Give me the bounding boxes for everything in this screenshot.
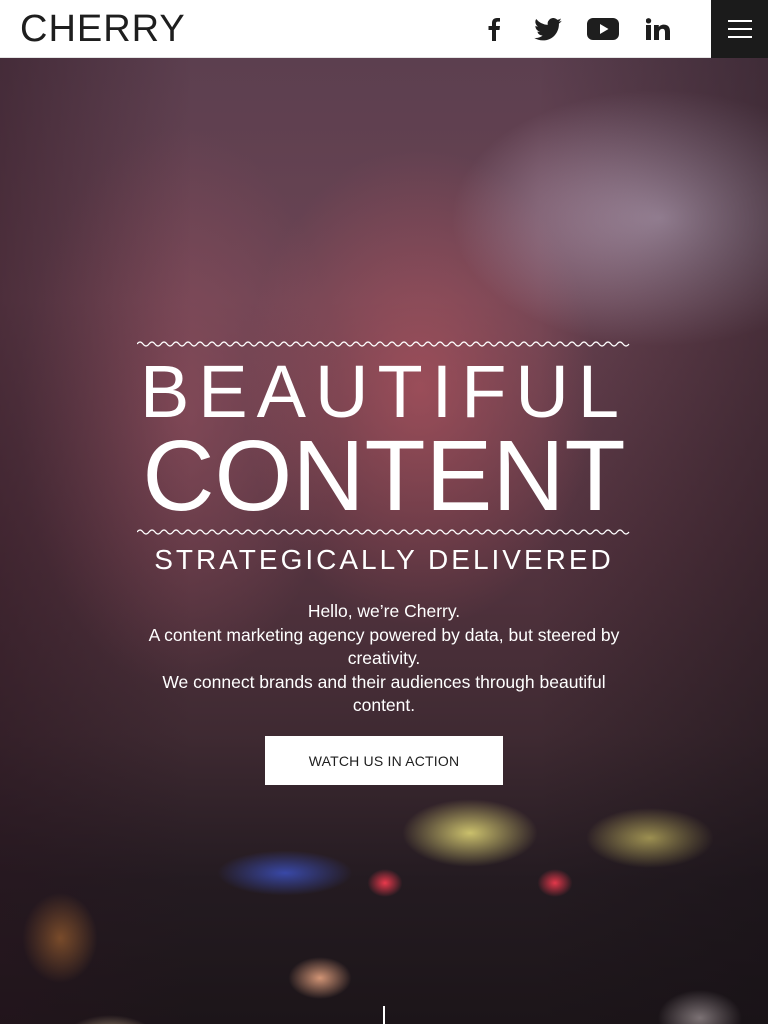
facebook-icon[interactable] — [480, 0, 508, 58]
menu-bar — [727, 28, 752, 30]
intro-text: Hello, we’re Cherry. A content marketing… — [140, 600, 628, 718]
intro-line: A content marketing agency powered by da… — [148, 624, 620, 669]
menu-bar — [727, 36, 752, 38]
subheadline: STRATEGICALLY DELIVERED — [154, 544, 614, 575]
headline-content: CONTENT — [142, 420, 626, 532]
youtube-icon[interactable] — [585, 0, 621, 58]
decorative-wave-divider — [137, 529, 630, 535]
cherry-logo[interactable]: CHERRY — [20, 9, 186, 49]
hero-section: BEAUTIFUL CONTENT STRATEGICALLY DELIVERE… — [0, 58, 768, 1024]
hero-background-image — [0, 58, 768, 1024]
linkedin-icon[interactable] — [643, 0, 673, 58]
watch-us-in-action-button[interactable]: WATCH US IN ACTION — [265, 736, 503, 785]
menu-bar — [727, 20, 752, 22]
twitter-icon[interactable] — [531, 0, 565, 58]
decorative-wave-divider — [137, 341, 630, 347]
site-header: CHERRY — [0, 0, 768, 58]
intro-line: We connect brands and their audiences th… — [162, 671, 606, 716]
arrow-down-icon[interactable] — [362, 1004, 406, 1024]
intro-line: Hello, we’re Cherry. — [307, 601, 461, 621]
headline-beautiful: BEAUTIFUL — [139, 350, 629, 433]
hamburger-menu-icon[interactable] — [711, 0, 768, 58]
